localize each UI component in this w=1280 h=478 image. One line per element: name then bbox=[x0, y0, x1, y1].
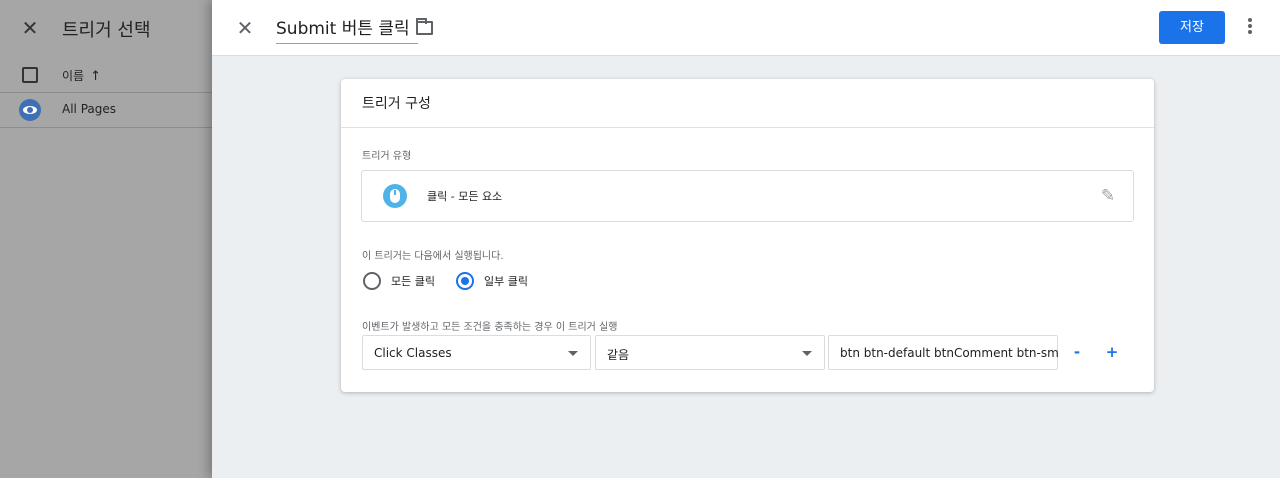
card-header: 트리거 구성 bbox=[341, 79, 1154, 128]
trigger-editor-sheet: ✕ Submit 버튼 클릭 저장 트리거 구성 트리거 유형 클릭 - 모든 … bbox=[212, 0, 1280, 478]
close-icon[interactable]: ✕ bbox=[234, 17, 256, 39]
radio-button-checked[interactable] bbox=[456, 272, 474, 290]
operator-select[interactable]: 같음 bbox=[595, 335, 825, 370]
name-column-label: 이름 bbox=[62, 69, 85, 83]
list-column-header: 이름 ↑ bbox=[0, 56, 212, 93]
folder-icon[interactable] bbox=[416, 18, 433, 35]
remove-condition-button[interactable]: - bbox=[1069, 343, 1085, 361]
eye-icon bbox=[19, 99, 41, 121]
trigger-select-panel: ✕ 트리거 선택 이름 ↑ All Pages bbox=[0, 0, 212, 478]
list-item[interactable]: All Pages bbox=[0, 93, 212, 128]
trigger-select-header: ✕ 트리거 선택 bbox=[0, 0, 212, 56]
list-item-label: All Pages bbox=[62, 102, 116, 116]
trigger-name-text: Submit 버튼 클릭 bbox=[276, 19, 410, 39]
trigger-type-label: 트리거 유형 bbox=[362, 151, 412, 162]
condition-value-text: btn btn-default btnComment btn-sm bbox=[840, 346, 1059, 360]
card-title: 트리거 구성 bbox=[362, 96, 431, 112]
trigger-name-field[interactable]: Submit 버튼 클릭 bbox=[276, 16, 418, 44]
trigger-config-card: 트리거 구성 트리거 유형 클릭 - 모든 요소 ✎ 이 트리거는 다음에서 실… bbox=[341, 79, 1154, 392]
variable-select[interactable]: Click Classes bbox=[362, 335, 591, 370]
close-icon[interactable]: ✕ bbox=[20, 18, 40, 38]
radio-button[interactable] bbox=[363, 272, 381, 290]
variable-select-value: Click Classes bbox=[374, 346, 452, 360]
radio-label: 모든 클릭 bbox=[391, 275, 435, 288]
more-vert-icon[interactable] bbox=[1244, 18, 1256, 38]
save-button[interactable]: 저장 bbox=[1159, 11, 1225, 44]
trigger-type-value: 클릭 - 모든 요소 bbox=[427, 190, 503, 203]
arrow-up-icon: ↑ bbox=[90, 69, 101, 84]
radio-label: 일부 클릭 bbox=[484, 275, 528, 288]
dropdown-arrow-icon bbox=[568, 351, 578, 356]
dropdown-arrow-icon bbox=[802, 351, 812, 356]
condition-label: 이벤트가 발생하고 모든 조건을 충족하는 경우 이 트리거 실행 bbox=[362, 322, 618, 333]
editor-topbar: ✕ Submit 버튼 클릭 저장 bbox=[212, 0, 1280, 56]
select-all-checkbox[interactable] bbox=[22, 67, 38, 83]
name-column-sort[interactable]: 이름 ↑ bbox=[62, 67, 101, 84]
condition-value-input[interactable]: btn btn-default btnComment btn-sm bbox=[828, 335, 1059, 370]
trigger-select-title: 트리거 선택 bbox=[62, 20, 151, 41]
trigger-type-selector[interactable]: 클릭 - 모든 요소 ✎ bbox=[361, 170, 1134, 222]
mouse-icon bbox=[383, 184, 407, 208]
fires-on-label: 이 트리거는 다음에서 실행됩니다. bbox=[362, 251, 504, 262]
operator-select-value: 같음 bbox=[607, 348, 630, 362]
pencil-icon[interactable]: ✎ bbox=[1099, 187, 1117, 205]
add-condition-button[interactable]: + bbox=[1104, 343, 1120, 361]
